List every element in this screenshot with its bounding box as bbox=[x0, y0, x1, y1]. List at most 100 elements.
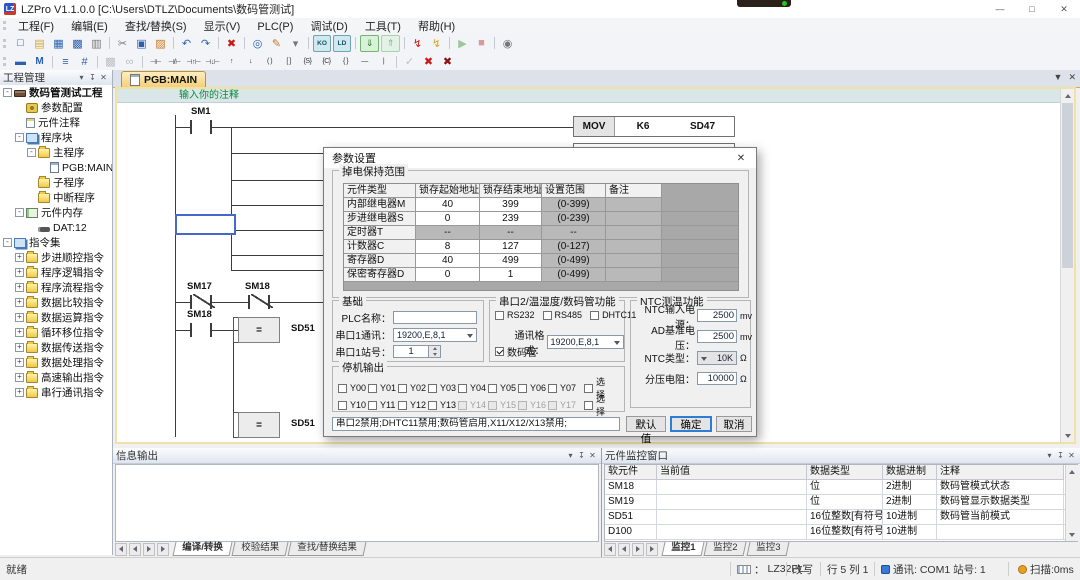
tree-item[interactable]: + 步进顺控指令 bbox=[0, 250, 112, 265]
latch-end-cell[interactable]: 499 bbox=[480, 254, 542, 268]
checkbox-icon[interactable] bbox=[458, 401, 467, 410]
compare-block-2[interactable]: = bbox=[238, 412, 280, 438]
output-checkbox-item[interactable]: Y16 bbox=[518, 400, 546, 410]
ladder-tool-icon[interactable]: ✓ bbox=[401, 54, 418, 69]
ladder-tool-icon[interactable]: ⊣/⊢ bbox=[166, 54, 183, 69]
ladder-tool-icon[interactable] bbox=[52, 56, 53, 68]
contact-sm1[interactable] bbox=[190, 120, 212, 134]
panel-menu-icon[interactable]: ▾ bbox=[1044, 451, 1055, 460]
output-checkbox-item[interactable]: Y17 bbox=[548, 400, 576, 410]
ntc-field-value[interactable]: 2500 bbox=[697, 330, 737, 343]
toolbar-button-icon[interactable]: ■ bbox=[473, 36, 490, 51]
minimize-button[interactable]: — bbox=[984, 0, 1016, 18]
tab-last-icon[interactable] bbox=[157, 543, 169, 556]
tree-expander-icon[interactable] bbox=[39, 163, 48, 172]
toolbar-button-icon[interactable]: ▣ bbox=[133, 36, 150, 51]
toolbar-button-icon[interactable] bbox=[109, 37, 110, 49]
plc-name-input[interactable] bbox=[393, 311, 477, 324]
output-message-area[interactable] bbox=[115, 464, 599, 542]
tree-expander-icon[interactable]: - bbox=[3, 88, 12, 97]
tree-item[interactable]: - 数码管测试工程 bbox=[0, 85, 112, 100]
serial2-checkbox-item[interactable]: RS485 bbox=[543, 310, 583, 320]
toolbar-button-icon[interactable]: ⇑ bbox=[381, 35, 400, 52]
latch-start-cell[interactable]: 0 bbox=[416, 268, 480, 282]
spin-down-icon[interactable] bbox=[429, 352, 440, 358]
toolbar-button-icon[interactable] bbox=[404, 37, 405, 49]
tree-item[interactable]: - 元件内存 bbox=[0, 205, 112, 220]
checkbox-icon[interactable] bbox=[518, 401, 527, 410]
tab-next-icon[interactable] bbox=[632, 543, 644, 556]
retention-row[interactable]: 定时器T -- -- -- bbox=[344, 226, 738, 240]
checkbox-icon[interactable] bbox=[548, 401, 557, 410]
toolbar-button-icon[interactable] bbox=[308, 37, 309, 49]
toolbar-button-icon[interactable]: ✖ bbox=[223, 36, 240, 51]
contact-sm18-nc[interactable] bbox=[248, 295, 270, 309]
tree-expander-icon[interactable]: + bbox=[15, 313, 24, 322]
tree-expander-icon[interactable] bbox=[27, 178, 36, 187]
toolbar-button-icon[interactable]: ◎ bbox=[249, 36, 266, 51]
maximize-button[interactable]: □ bbox=[1016, 0, 1048, 18]
latch-start-cell[interactable]: 40 bbox=[416, 198, 480, 212]
output-tab[interactable]: 校验结果 bbox=[231, 542, 288, 556]
menu-item[interactable]: 工程(F) bbox=[11, 21, 61, 33]
monitor-row[interactable]: SM19 位 2进制 数码管显示数据类型 bbox=[605, 495, 1077, 510]
ladder-tool-icon[interactable] bbox=[97, 56, 98, 68]
ladder-tool-icon[interactable]: ∞ bbox=[121, 54, 138, 69]
toolbar-button-icon[interactable]: □ bbox=[12, 36, 29, 51]
tree-expander-icon[interactable]: + bbox=[15, 358, 24, 367]
tree-expander-icon[interactable] bbox=[15, 103, 24, 112]
ladder-tool-icon[interactable]: { } bbox=[337, 54, 354, 69]
serial2-format-select[interactable]: 19200,E,8,1 bbox=[547, 335, 624, 349]
station-value[interactable]: 1 bbox=[393, 345, 429, 358]
panel-close-icon[interactable]: ✕ bbox=[1066, 451, 1077, 460]
menu-item[interactable]: 工具(T) bbox=[358, 21, 408, 33]
mov-instruction-block[interactable]: MOV K6 SD47 bbox=[573, 116, 735, 137]
tree-item[interactable]: 中断程序 bbox=[0, 190, 112, 205]
output-checkbox-item[interactable]: Y12 bbox=[398, 400, 426, 410]
toolbar-button-icon[interactable] bbox=[355, 37, 356, 49]
checkbox-icon[interactable] bbox=[495, 311, 504, 320]
toolbar-button-icon[interactable]: ↯ bbox=[428, 36, 445, 51]
tree-expander-icon[interactable]: + bbox=[15, 253, 24, 262]
toolbar-button-icon[interactable]: LD bbox=[333, 35, 351, 52]
panel-pin-icon[interactable]: ↧ bbox=[576, 451, 587, 460]
toolbar-button-icon[interactable] bbox=[173, 37, 174, 49]
tab-first-icon[interactable] bbox=[604, 543, 616, 556]
tree-item[interactable]: 子程序 bbox=[0, 175, 112, 190]
panel-close-icon[interactable]: ✕ bbox=[98, 73, 109, 82]
retention-row[interactable]: 内部继电器M 40 399 (0-399) bbox=[344, 198, 738, 212]
retention-row[interactable]: 计数器C 8 127 (0-127) bbox=[344, 240, 738, 254]
ladder-tool-icon[interactable]: ▬ bbox=[12, 54, 29, 69]
checkbox-icon[interactable] bbox=[338, 401, 347, 410]
tree-item[interactable]: + 数据处理指令 bbox=[0, 355, 112, 370]
panel-menu-icon[interactable]: ▾ bbox=[565, 451, 576, 460]
cancel-button[interactable]: 取消 bbox=[716, 416, 752, 432]
latch-end-cell[interactable]: 239 bbox=[480, 212, 542, 226]
toolbar-button-icon[interactable]: ↶ bbox=[178, 36, 195, 51]
checkbox-icon[interactable] bbox=[368, 401, 377, 410]
tree-expander-icon[interactable]: + bbox=[15, 328, 24, 337]
menu-item[interactable]: 帮助(H) bbox=[411, 21, 462, 33]
tab-list-dropdown-icon[interactable]: ▼ bbox=[1054, 72, 1063, 83]
tree-expander-icon[interactable]: + bbox=[15, 388, 24, 397]
tree-item[interactable]: + 程序流程指令 bbox=[0, 280, 112, 295]
latch-end-cell[interactable]: 399 bbox=[480, 198, 542, 212]
ladder-tool-icon[interactable]: M bbox=[31, 54, 48, 69]
ladder-tool-icon[interactable] bbox=[142, 56, 143, 68]
tree-expander-icon[interactable] bbox=[27, 193, 36, 202]
ladder-tool-icon[interactable]: ⊣⊢ bbox=[147, 54, 164, 69]
menu-item[interactable]: 查找/替换(S) bbox=[118, 21, 194, 33]
ladder-tool-icon[interactable]: {S} bbox=[299, 54, 316, 69]
checkbox-icon[interactable] bbox=[590, 311, 599, 320]
tab-last-icon[interactable] bbox=[646, 543, 658, 556]
ladder-tool-icon[interactable]: — bbox=[356, 54, 373, 69]
ok-button[interactable]: 确定 bbox=[670, 416, 712, 432]
output-checkbox-item[interactable]: Y10 bbox=[338, 400, 366, 410]
panel-menu-icon[interactable]: ▾ bbox=[76, 73, 87, 82]
toolbar-button-icon[interactable] bbox=[449, 37, 450, 49]
latch-start-cell[interactable]: 40 bbox=[416, 254, 480, 268]
tree-item[interactable]: + 高速输出指令 bbox=[0, 370, 112, 385]
tree-expander-icon[interactable]: - bbox=[15, 133, 24, 142]
ntc-field-value[interactable]: 10000 bbox=[697, 372, 737, 385]
retention-row[interactable]: 寄存器D 40 499 (0-499) bbox=[344, 254, 738, 268]
